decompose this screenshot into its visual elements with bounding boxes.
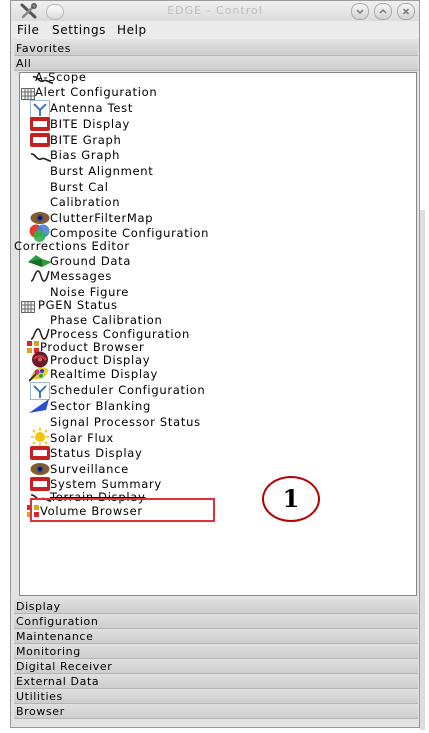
eye-icon (30, 463, 50, 475)
blue-wedge-icon (29, 399, 49, 413)
section-monitoring[interactable]: Monitoring (14, 644, 418, 659)
antenna-icon (30, 100, 50, 118)
close-icon (402, 8, 410, 15)
signal-wave-icon (30, 328, 50, 340)
menu-help[interactable]: Help (117, 23, 147, 37)
chevron-up-icon (379, 8, 387, 14)
title-bar: EDGE - Control (11, 1, 419, 21)
section-browser[interactable]: Browser (14, 704, 418, 719)
chevron-down-icon (356, 9, 364, 15)
wave-graph-icon (30, 153, 52, 162)
favorites-section-header[interactable]: Favorites (14, 41, 418, 56)
wave-graph-icon (32, 75, 54, 84)
step-callout-circle: 1 (262, 476, 320, 522)
section-display[interactable]: Display (14, 599, 418, 614)
sun-icon (31, 428, 49, 446)
window-edge-strip (420, 210, 425, 730)
maximize-button[interactable] (374, 3, 392, 20)
section-maintenance[interactable]: Maintenance (14, 629, 418, 644)
bite-chip-icon (30, 477, 50, 491)
bite-chip-icon (30, 133, 50, 147)
all-section-header[interactable]: All (14, 56, 418, 71)
grid-table-icon (21, 88, 35, 100)
terrain-icon (28, 255, 52, 267)
menu-bar: File Settings Help (11, 21, 419, 39)
color-circles-icon (29, 224, 50, 242)
menu-file[interactable]: File (17, 23, 39, 37)
edge-control-window: EDGE - Control File Settings Help Favori… (10, 0, 420, 728)
section-configuration[interactable]: Configuration (14, 614, 418, 629)
minimize-button[interactable] (351, 3, 369, 20)
signal-wave-icon (30, 270, 50, 282)
section-digital-receiver[interactable]: Digital Receiver (14, 659, 418, 674)
menu-settings[interactable]: Settings (52, 23, 106, 37)
section-external-data[interactable]: External Data (14, 674, 418, 689)
palette-icon (29, 367, 49, 382)
bite-chip-icon (30, 446, 50, 460)
eye-icon (30, 212, 50, 224)
section-utilities[interactable]: Utilities (14, 689, 418, 704)
close-button[interactable] (397, 3, 415, 20)
grid-table-icon (21, 301, 35, 313)
bite-chip-icon (30, 117, 50, 131)
volume-browser-highlight-box (30, 498, 215, 522)
